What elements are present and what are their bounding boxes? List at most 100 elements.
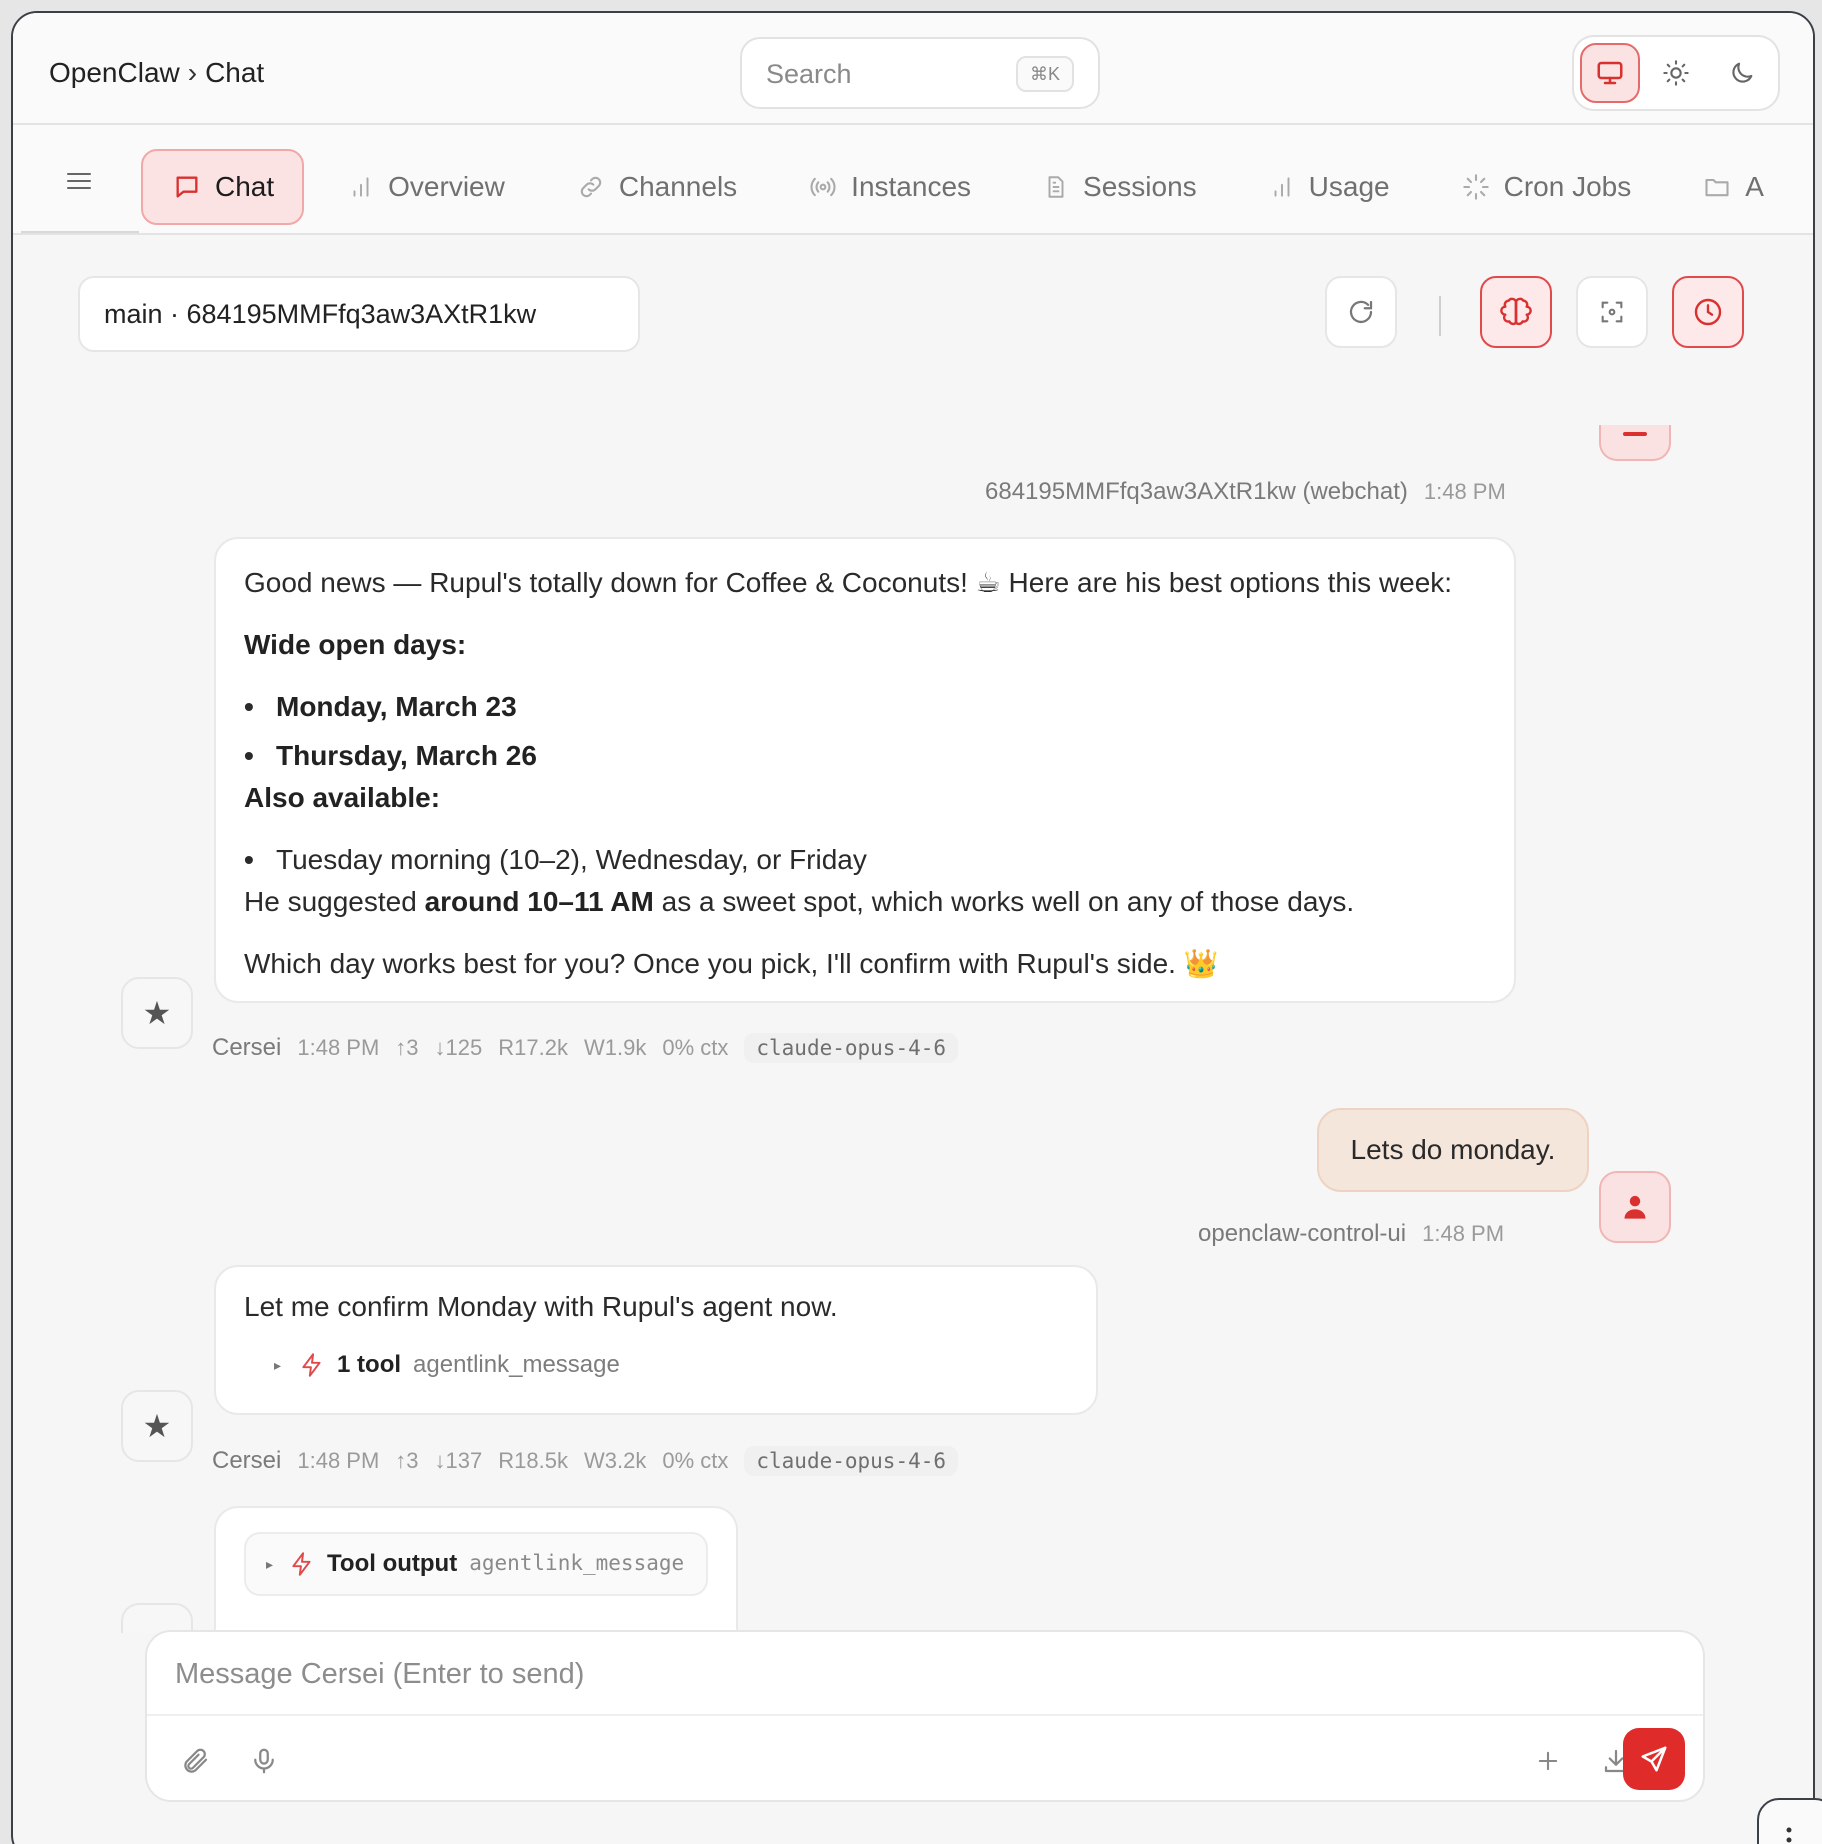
- message-sender: 684195MMFfq3aw3AXtR1kw (webchat): [985, 478, 1408, 505]
- new-session-button[interactable]: [1525, 1738, 1571, 1784]
- document-icon: [1048, 176, 1064, 198]
- brain-icon: [1500, 297, 1532, 326]
- tab-list: Chat Overview Channels Instances Session…: [141, 149, 1806, 225]
- theme-dark-button[interactable]: [1712, 43, 1772, 103]
- focus-icon: [1601, 301, 1623, 323]
- clock-icon: [1694, 298, 1722, 326]
- bar-chart-icon: [1274, 177, 1290, 197]
- message-meta: Cersei 1:48 PM ↑3 ↓125 R17.2k W1.9k 0% c…: [212, 1033, 959, 1063]
- tool-output-label: Tool output: [327, 1550, 458, 1578]
- send-button[interactable]: [1623, 1728, 1685, 1790]
- expand-caret-icon: ▸: [274, 1356, 282, 1373]
- message-text: Good news — Rupul's totally down for Cof…: [244, 567, 1453, 598]
- message-text: He suggested around 10–11 AM as a sweet …: [244, 886, 1355, 917]
- assistant-message-bubble: Good news — Rupul's totally down for Cof…: [214, 537, 1516, 1003]
- refresh-icon: [1349, 300, 1373, 324]
- tab-usage[interactable]: Usage: [1239, 149, 1418, 225]
- star-icon: ★: [142, 995, 172, 1031]
- breadcrumb-current: Chat: [205, 57, 265, 88]
- message-sender: Cersei: [212, 1447, 282, 1474]
- thinking-toggle-button[interactable]: [1480, 276, 1552, 348]
- cache-write: W1.9k: [583, 1035, 647, 1060]
- message-composer: Message Cersei (Enter to send): [145, 1630, 1705, 1802]
- tab-label: Cron Jobs: [1503, 171, 1632, 202]
- message-time: 1:48 PM: [297, 1035, 380, 1060]
- tab-label: Sessions: [1083, 171, 1197, 202]
- cache-read: R18.5k: [498, 1448, 568, 1473]
- cache-read: R17.2k: [498, 1035, 568, 1060]
- refresh-button[interactable]: [1325, 276, 1397, 348]
- tab-channels[interactable]: Channels: [547, 149, 765, 225]
- session-selector[interactable]: main · 684195MMFfq3aw3AXtR1kw: [78, 276, 640, 352]
- tab-label: Instances: [851, 171, 972, 202]
- message-text: Which day works best for you? Once you p…: [244, 948, 1219, 979]
- overflow-menu-button[interactable]: [1757, 1798, 1822, 1844]
- tab-sessions[interactable]: Sessions: [1013, 149, 1225, 225]
- assistant-avatar: [121, 1603, 193, 1633]
- message-heading: Also available:: [244, 782, 441, 813]
- send-icon: [1641, 1746, 1667, 1772]
- tokens-out: ↓125: [434, 1035, 483, 1060]
- toolbar-divider: [1439, 296, 1441, 336]
- lightning-icon: [302, 1352, 321, 1377]
- search-input[interactable]: Search ⌘K: [740, 37, 1100, 109]
- focus-mode-button[interactable]: [1576, 276, 1648, 348]
- message-input[interactable]: Message Cersei (Enter to send): [175, 1658, 584, 1691]
- assistant-message-bubble: Let me confirm Monday with Rupul's agent…: [214, 1265, 1098, 1415]
- assistant-avatar: ★: [121, 977, 193, 1049]
- microphone-icon: [254, 1748, 274, 1774]
- theme-switcher: [1572, 35, 1780, 111]
- user-avatar: [1599, 425, 1671, 461]
- message-meta: 684195MMFfq3aw3AXtR1kw (webchat) 1:48 PM: [985, 478, 1506, 506]
- theme-system-button[interactable]: [1580, 43, 1640, 103]
- plus-icon: [1538, 1751, 1558, 1771]
- hamburger-icon: [67, 173, 91, 189]
- tab-label: Channels: [618, 171, 738, 202]
- tab-agents[interactable]: A: [1673, 149, 1792, 225]
- tab-label: A: [1745, 171, 1764, 202]
- user-message-bubble: Lets do monday.: [1317, 1108, 1589, 1192]
- menu-button[interactable]: [59, 161, 99, 201]
- user-avatar-fragment: [1623, 432, 1647, 436]
- list-item: Monday, March 23: [276, 691, 517, 722]
- breadcrumb-root[interactable]: OpenClaw: [49, 57, 180, 89]
- tab-instances[interactable]: Instances: [779, 149, 999, 225]
- history-toggle-button[interactable]: [1672, 276, 1744, 348]
- user-icon: [1624, 1195, 1646, 1219]
- monitor-icon: [1597, 61, 1623, 85]
- tool-call-summary[interactable]: ▸ 1 tool agentlink_message: [274, 1349, 620, 1380]
- context-usage: 0% ctx: [662, 1448, 729, 1473]
- tab-overview[interactable]: Overview: [318, 149, 533, 225]
- top-bar: OpenClaw › Chat Search ⌘K: [13, 13, 1813, 125]
- paperclip-icon: [184, 1748, 208, 1773]
- message-time: 1:48 PM: [1422, 1221, 1505, 1246]
- link-icon: [580, 176, 602, 198]
- breadcrumb-separator: ›: [187, 57, 198, 88]
- tab-chat[interactable]: Chat: [141, 149, 305, 225]
- message-time: 1:48 PM: [297, 1448, 380, 1473]
- expand-caret-icon: ▸: [266, 1555, 274, 1572]
- message-sender: openclaw-control-ui: [1198, 1220, 1407, 1247]
- model-badge: claude-opus-4-6: [744, 1033, 959, 1063]
- composer-divider: [147, 1714, 1703, 1716]
- message-time: 1:48 PM: [1423, 479, 1506, 504]
- bar-chart-icon: [353, 177, 369, 197]
- tool-name: agentlink_message: [469, 1551, 685, 1576]
- search-shortcut-badge: ⌘K: [1015, 56, 1074, 92]
- list-item: Thursday, March 26: [276, 740, 537, 771]
- user-avatar: [1599, 1171, 1671, 1243]
- chat-bubble-icon: [176, 176, 198, 198]
- search-placeholder: Search: [766, 59, 852, 89]
- voice-input-button[interactable]: [241, 1738, 287, 1784]
- folder-icon: [1705, 178, 1729, 197]
- theme-light-button[interactable]: [1646, 43, 1706, 103]
- tool-output-summary[interactable]: ▸ Tool output agentlink_message: [244, 1532, 708, 1596]
- attach-button[interactable]: [173, 1738, 219, 1784]
- tab-label: Usage: [1308, 171, 1390, 202]
- tab-label: Overview: [388, 171, 505, 202]
- more-vertical-icon: [1786, 1827, 1792, 1843]
- assistant-avatar: ★: [121, 1390, 193, 1462]
- tab-label: Chat: [215, 171, 275, 202]
- tab-cron-jobs[interactable]: Cron Jobs: [1432, 149, 1660, 225]
- tokens-in: ↑3: [395, 1035, 419, 1060]
